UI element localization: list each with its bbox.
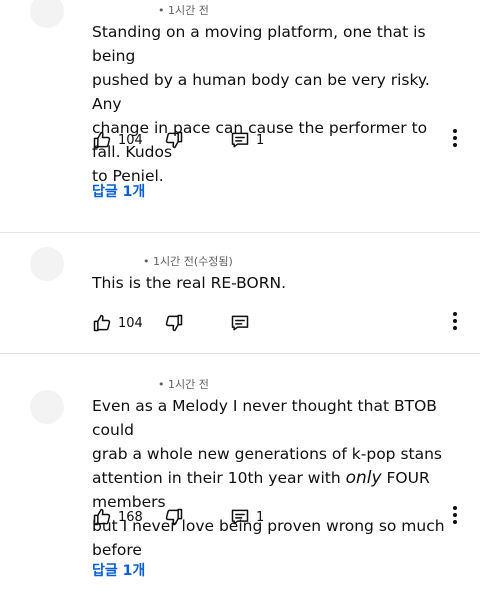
like-count: 168	[118, 509, 143, 525]
like-button[interactable]: 104	[92, 311, 143, 335]
dislike-icon	[164, 130, 184, 150]
reply-count: 1	[256, 132, 265, 148]
avatar[interactable]	[30, 247, 64, 281]
comment-1: • 1시간 전 Standing on a moving platform, o…	[0, 0, 480, 232]
more-options-icon	[452, 311, 458, 335]
like-button[interactable]: 104	[92, 128, 143, 152]
avatar[interactable]	[30, 390, 64, 424]
dislike-button[interactable]	[164, 505, 184, 529]
comment-timestamp: • 1시간 전	[158, 4, 209, 17]
comment-actions: 104	[92, 311, 467, 335]
comment-text: This is the real RE-BORN.	[92, 271, 452, 295]
like-count: 104	[118, 315, 143, 331]
avatar[interactable]	[30, 0, 64, 28]
more-options-icon	[452, 505, 458, 529]
emphasized-word: only	[345, 468, 382, 488]
comment-2: • 1시간 전(수정됨) This is the real RE-BORN. 1…	[0, 233, 480, 353]
dislike-button[interactable]	[164, 311, 184, 335]
more-options-icon	[452, 128, 458, 152]
reply-button[interactable]: 1	[230, 128, 264, 152]
comment-line: Even as a Melody I never thought that BT…	[92, 397, 437, 439]
comment-timestamp: • 1시간 전	[158, 378, 209, 391]
reply-button[interactable]	[230, 311, 250, 335]
dislike-icon	[164, 507, 184, 527]
comment-3: • 1시간 전 Even as a Melody I never thought…	[0, 354, 480, 604]
like-count: 104	[118, 132, 143, 148]
more-options-button[interactable]	[443, 505, 467, 529]
like-icon	[92, 313, 112, 333]
comment-text: Standing on a moving platform, one that …	[92, 20, 452, 188]
comment-actions: 104 1	[92, 128, 467, 152]
reply-icon	[230, 507, 250, 527]
comment-line-prefix: attention in their 10th year with	[92, 469, 346, 487]
reply-count: 1	[256, 509, 265, 525]
dislike-icon	[164, 313, 184, 333]
like-icon	[92, 130, 112, 150]
comment-line: grab a whole new generations of k-pop st…	[92, 445, 442, 463]
more-options-button[interactable]	[443, 128, 467, 152]
comment-text: Even as a Melody I never thought that BT…	[92, 394, 452, 562]
comment-line: pushed by a human body can be very risky…	[92, 71, 430, 113]
reply-icon	[230, 130, 250, 150]
view-replies-link[interactable]: 답글 1개	[92, 181, 145, 201]
comment-line: Standing on a moving platform, one that …	[92, 23, 426, 65]
dislike-button[interactable]	[164, 128, 184, 152]
comment-line: This is the real RE-BORN.	[92, 274, 287, 292]
comment-timestamp: • 1시간 전(수정됨)	[143, 255, 233, 268]
comment-line: to Peniel.	[92, 167, 164, 185]
more-options-button[interactable]	[443, 311, 467, 335]
view-replies-link[interactable]: 답글 1개	[92, 560, 145, 580]
like-button[interactable]: 168	[92, 505, 143, 529]
like-icon	[92, 507, 112, 527]
reply-icon	[230, 313, 250, 333]
reply-button[interactable]: 1	[230, 505, 264, 529]
comment-actions: 168 1	[92, 505, 467, 529]
